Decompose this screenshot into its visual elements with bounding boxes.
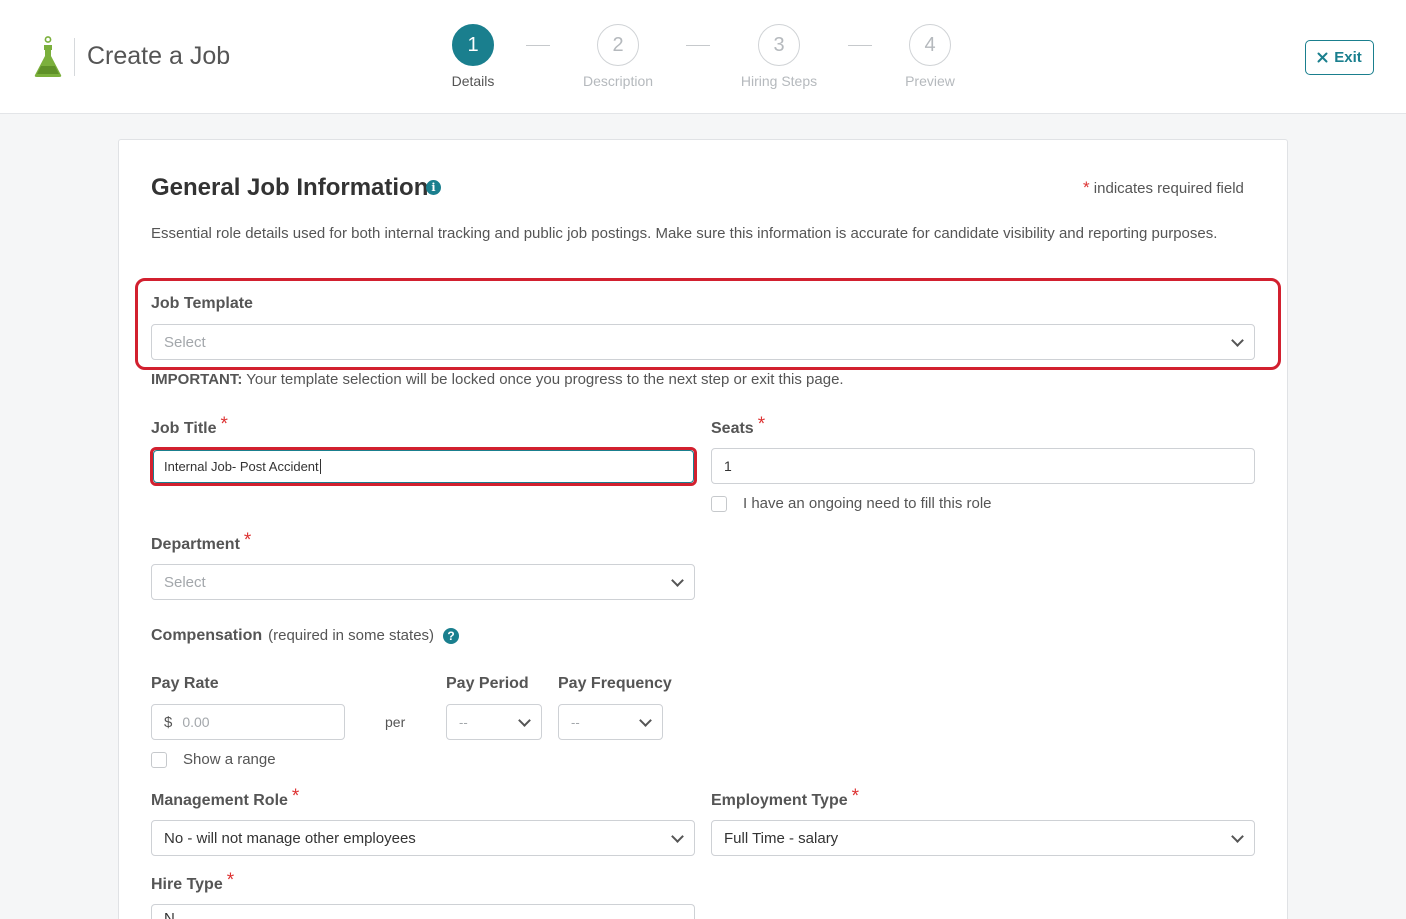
seats-input[interactable]: 1 — [711, 448, 1255, 484]
department-placeholder: Select — [164, 573, 206, 591]
department-select[interactable]: Select — [151, 564, 695, 600]
employment-type-select[interactable]: Full Time - salary — [711, 820, 1255, 856]
compensation-note: (required in some states) — [268, 627, 435, 644]
seats-value: 1 — [724, 458, 732, 474]
required-note-text: indicates required field — [1093, 180, 1244, 197]
show-range-checkbox[interactable] — [151, 752, 167, 768]
required-star: * — [757, 414, 766, 435]
management-role-value: No - will not manage other employees — [164, 829, 416, 847]
info-icon[interactable]: i — [426, 180, 441, 195]
pay-period-select[interactable]: -- — [446, 704, 542, 740]
seats-label-text: Seats — [711, 420, 754, 437]
ongoing-need-label[interactable]: I have an ongoing need to fill this role — [743, 495, 992, 512]
important-note: IMPORTANT: Your template selection will … — [151, 371, 844, 388]
employment-type-value: Full Time - salary — [724, 829, 839, 847]
job-template-label: Job Template — [151, 295, 253, 312]
department-label: Department * — [151, 530, 252, 555]
required-star: * — [851, 786, 860, 807]
hire-type-label-text: Hire Type — [151, 876, 223, 893]
hire-type-value: N... — [164, 910, 188, 919]
employment-type-label-text: Employment Type — [711, 792, 848, 809]
step-label: Description — [582, 73, 654, 89]
required-field-note: * indicates required field — [1083, 178, 1244, 198]
step-connector — [526, 45, 550, 46]
job-title-input[interactable]: Internal Job- Post Accident — [150, 447, 697, 486]
step-number: 3 — [758, 24, 800, 66]
required-star: * — [220, 414, 228, 435]
job-title-label: Job Title * — [151, 414, 228, 439]
exit-label: Exit — [1334, 49, 1362, 66]
employment-type-label: Employment Type * — [711, 786, 860, 811]
pay-frequency-placeholder: -- — [571, 714, 580, 730]
currency-symbol: $ — [164, 713, 173, 731]
department-label-text: Department — [151, 536, 240, 553]
job-template-placeholder: Select — [164, 333, 206, 351]
management-role-label-text: Management Role — [151, 792, 288, 809]
help-icon[interactable]: ? — [443, 628, 459, 644]
compensation-label-text: Compensation — [151, 627, 263, 644]
exit-button[interactable]: Exit — [1305, 40, 1374, 75]
chevron-down-icon — [671, 574, 684, 587]
hire-type-label: Hire Type * — [151, 870, 235, 895]
chevron-down-icon — [671, 830, 684, 843]
step-description[interactable]: 2 Description — [583, 24, 653, 89]
step-number: 4 — [909, 24, 951, 66]
pay-period-label: Pay Period — [446, 675, 529, 692]
step-connector — [686, 45, 710, 46]
header-divider — [74, 38, 75, 76]
chevron-down-icon — [1231, 334, 1244, 347]
pay-rate-label: Pay Rate — [151, 675, 219, 692]
required-star: * — [243, 530, 252, 551]
chevron-down-icon — [639, 714, 652, 727]
seats-label: Seats * — [711, 414, 766, 439]
important-prefix: IMPORTANT: — [151, 371, 243, 388]
step-label: Details — [451, 73, 495, 89]
step-connector — [848, 45, 872, 46]
close-icon — [1317, 52, 1328, 63]
management-role-select[interactable]: No - will not manage other employees — [151, 820, 695, 856]
step-preview[interactable]: 4 Preview — [905, 24, 955, 89]
chevron-down-icon — [1231, 830, 1244, 843]
step-number: 1 — [452, 24, 494, 66]
section-description: Essential role details used for both int… — [151, 225, 1218, 242]
focus-ring — [153, 450, 694, 483]
top-header: Create a Job 1 Details 2 Description 3 H… — [0, 0, 1406, 114]
show-range-label[interactable]: Show a range — [183, 751, 276, 768]
important-text: Your template selection will be locked o… — [242, 371, 844, 388]
step-number: 2 — [597, 24, 639, 66]
required-star: * — [291, 786, 300, 807]
pay-rate-placeholder: 0.00 — [182, 714, 210, 730]
step-hiring-steps[interactable]: 3 Hiring Steps — [741, 24, 817, 89]
step-details[interactable]: 1 Details — [451, 24, 495, 89]
flask-logo-icon — [34, 36, 62, 77]
step-label: Hiring Steps — [740, 73, 818, 89]
pay-period-placeholder: -- — [459, 714, 468, 730]
step-label: Preview — [905, 73, 955, 89]
pay-frequency-label: Pay Frequency — [558, 675, 672, 692]
per-label: per — [385, 714, 406, 730]
required-star: * — [1083, 178, 1090, 197]
job-template-select[interactable]: Select — [151, 324, 1255, 360]
page-title: Create a Job — [87, 42, 231, 70]
ongoing-need-checkbox[interactable] — [711, 496, 727, 512]
compensation-label: Compensation (required in some states) — [151, 627, 434, 645]
job-title-label-text: Job Title — [151, 420, 217, 437]
chevron-down-icon — [518, 714, 531, 727]
pay-rate-input[interactable]: $ 0.00 — [151, 704, 345, 740]
pay-frequency-select[interactable]: -- — [558, 704, 663, 740]
management-role-label: Management Role * — [151, 786, 300, 811]
hire-type-select[interactable]: N... — [151, 904, 695, 919]
required-star: * — [226, 870, 235, 891]
section-title: General Job Information — [151, 174, 429, 201]
